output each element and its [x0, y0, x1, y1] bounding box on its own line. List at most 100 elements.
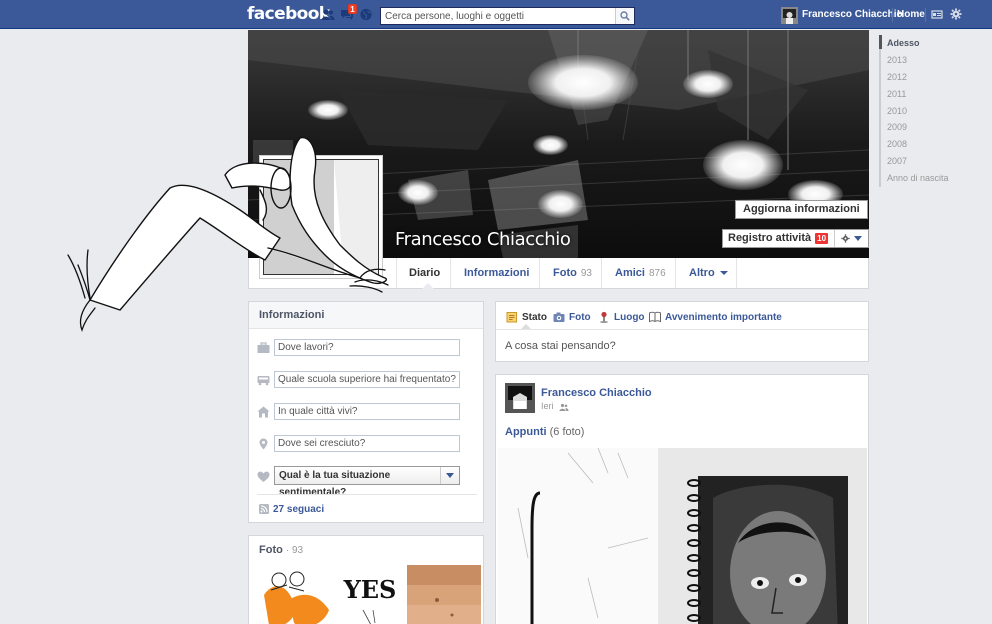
tab-more[interactable]: Altro: [676, 258, 737, 288]
composer-tab-place[interactable]: Luogo: [598, 311, 645, 323]
hometown-row: [257, 435, 472, 453]
timeline-item-now[interactable]: Adesso: [887, 38, 920, 48]
city-row: [257, 403, 472, 421]
update-info-button[interactable]: Aggiorna informazioni: [735, 200, 868, 219]
active-tab-arrow: [422, 283, 434, 289]
camera-icon: [553, 312, 565, 322]
composer-tab-photo-label: Foto: [569, 311, 591, 323]
tab-friends[interactable]: Amici 876: [602, 258, 676, 288]
activity-log-label: Registro attività: [728, 232, 812, 244]
relationship-status-select[interactable]: Qual è la tua situazione sentimentale?: [274, 466, 460, 498]
chevron-down-icon: [719, 271, 728, 276]
profile-picture-image: [263, 159, 379, 275]
info-box: Informazioni Qual è la tua situazione se…: [248, 301, 484, 523]
post-photo[interactable]: [498, 448, 867, 624]
profile-name: Francesco Chiacchio: [395, 229, 571, 250]
chevron-down-icon: [854, 236, 863, 241]
photo-thumbnail[interactable]: [259, 565, 333, 624]
status-input[interactable]: A cosa stai pensando?: [505, 340, 616, 352]
top-navigation-bar: facebook 1 Francesco Chiacchio Home: [0, 0, 992, 29]
search-icon: [620, 11, 630, 21]
timeline-item-2010[interactable]: 2010: [887, 106, 907, 116]
timeline-item-born[interactable]: Anno di nascita: [887, 173, 949, 183]
settings-gear-icon[interactable]: [950, 8, 962, 20]
composer-divider: [496, 329, 868, 330]
briefcase-icon: [257, 342, 270, 353]
activity-settings-dropdown[interactable]: [834, 230, 868, 247]
photo-thumbnail[interactable]: [407, 565, 481, 624]
photos-box-title[interactable]: Foto · 93: [249, 536, 483, 564]
home-link[interactable]: Home: [897, 9, 925, 20]
search-input[interactable]: [381, 8, 616, 24]
school-field[interactable]: [274, 371, 460, 388]
activity-log-count-badge: 10: [815, 233, 829, 244]
cover-lamp-light: [398, 180, 438, 205]
facebook-logo[interactable]: facebook: [247, 4, 330, 24]
timeline-item-2007[interactable]: 2007: [887, 156, 907, 166]
timeline-item-2013[interactable]: 2013: [887, 55, 907, 65]
relationship-row: Qual è la tua situazione sentimentale?: [257, 466, 472, 498]
followers-label: 27 seguaci: [273, 504, 325, 515]
cover-lamp-light: [528, 55, 638, 110]
gear-icon: [841, 234, 850, 243]
tab-timeline-label: Diario: [409, 267, 441, 279]
timeline-item-2011[interactable]: 2011: [887, 89, 906, 99]
nav-divider: [892, 8, 893, 22]
privacy-shortcuts-icon[interactable]: [931, 9, 943, 20]
post-timestamp-label: Ieri: [541, 401, 554, 411]
cover-lamp-light: [703, 140, 783, 190]
tab-friends-label: Amici: [615, 267, 645, 279]
nav-user-name[interactable]: Francesco Chiacchio: [802, 9, 903, 20]
profile-picture[interactable]: [259, 155, 383, 279]
rss-feed-icon: [259, 504, 269, 515]
post-author-avatar[interactable]: [505, 383, 535, 413]
post-author-name[interactable]: Francesco Chiacchio: [541, 387, 652, 399]
school-bus-icon: [257, 376, 270, 386]
composer-tab-photo[interactable]: Foto: [553, 311, 591, 323]
photos-box-title-label: Foto: [259, 544, 283, 556]
cover-lamp-light: [533, 135, 568, 155]
composer-tab-status[interactable]: Stato: [506, 311, 547, 323]
chevron-down-icon: [440, 467, 459, 484]
timeline-post: Francesco Chiacchio Ieri Appunti (6 foto…: [495, 374, 869, 624]
status-composer: Stato Foto Luogo Avvenimento importante …: [495, 301, 869, 362]
search-button[interactable]: [615, 8, 634, 24]
timeline-item-2009[interactable]: 2009: [887, 122, 907, 132]
photo-thumbnail-text: YES: [343, 575, 397, 604]
tab-timeline[interactable]: Diario: [396, 258, 451, 289]
tab-more-label: Altro: [689, 267, 715, 279]
search-box: [380, 7, 635, 25]
timeline-nav-active-marker: [879, 35, 882, 49]
cover-lamp-light: [683, 70, 733, 98]
photos-box-count: · 93: [285, 545, 304, 556]
post-album-link[interactable]: Appunti: [505, 426, 547, 438]
tab-photos-label: Foto: [553, 267, 577, 279]
composer-tab-life-event[interactable]: Avvenimento importante: [649, 311, 782, 323]
timeline-item-2008[interactable]: 2008: [887, 139, 907, 149]
pencil-note-icon: [506, 312, 517, 323]
composer-tab-status-label: Stato: [522, 311, 547, 323]
post-album-line: Appunti (6 foto): [505, 426, 584, 438]
followers-link[interactable]: 27 seguaci: [259, 504, 324, 515]
activity-log-button[interactable]: Registro attività 10: [722, 229, 870, 248]
notification-count-badge: 1: [348, 4, 357, 14]
hometown-field[interactable]: [274, 435, 460, 452]
friend-requests-icon[interactable]: [321, 8, 335, 21]
work-field[interactable]: [274, 339, 460, 356]
timeline-nav-rail: [879, 35, 881, 187]
info-box-title: Informazioni: [249, 302, 483, 329]
tab-photos[interactable]: Foto 93: [540, 258, 602, 288]
notifications-globe-icon[interactable]: [359, 8, 373, 21]
house-icon: [257, 406, 270, 418]
post-album-count: (6 foto): [549, 426, 585, 438]
cover-lamp-light: [308, 100, 348, 120]
photo-thumbnail[interactable]: YES: [333, 565, 407, 624]
timeline-item-2012[interactable]: 2012: [887, 72, 907, 82]
cover-lamp-light: [538, 190, 583, 218]
work-row: [257, 339, 472, 357]
nav-user-avatar[interactable]: [781, 7, 798, 24]
post-timestamp[interactable]: Ieri: [541, 401, 569, 411]
tab-about[interactable]: Informazioni: [451, 258, 540, 288]
nav-divider: [925, 8, 926, 22]
city-field[interactable]: [274, 403, 460, 420]
